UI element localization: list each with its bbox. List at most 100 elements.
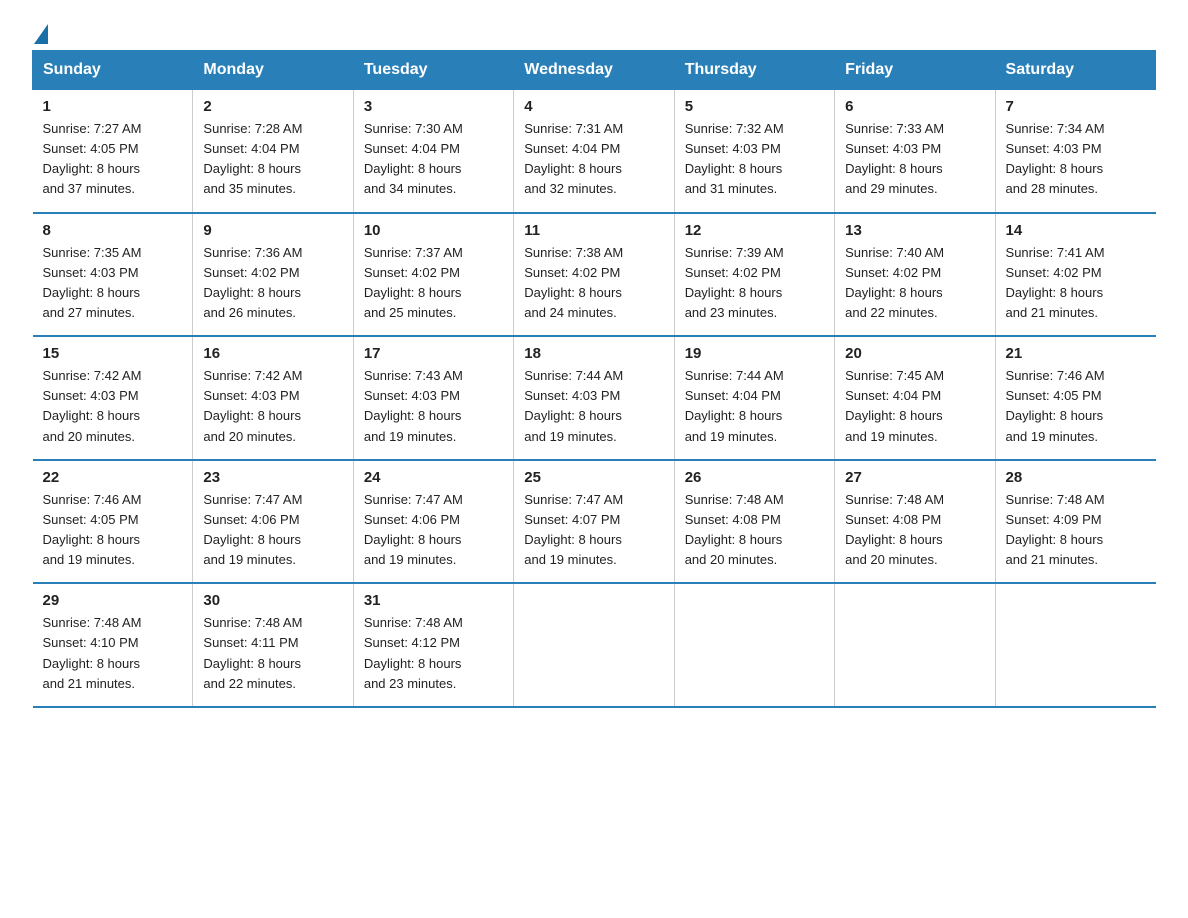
day-info: Sunrise: 7:30 AMSunset: 4:04 PMDaylight:… <box>364 121 463 196</box>
day-info: Sunrise: 7:32 AMSunset: 4:03 PMDaylight:… <box>685 121 784 196</box>
day-info: Sunrise: 7:34 AMSunset: 4:03 PMDaylight:… <box>1006 121 1105 196</box>
day-number: 10 <box>364 222 503 239</box>
day-cell: 17 Sunrise: 7:43 AMSunset: 4:03 PMDaylig… <box>353 336 513 460</box>
week-row-2: 8 Sunrise: 7:35 AMSunset: 4:03 PMDayligh… <box>33 213 1156 337</box>
day-cell: 13 Sunrise: 7:40 AMSunset: 4:02 PMDaylig… <box>835 213 995 337</box>
day-cell: 11 Sunrise: 7:38 AMSunset: 4:02 PMDaylig… <box>514 213 674 337</box>
day-number: 4 <box>524 98 663 115</box>
day-number: 21 <box>1006 345 1146 362</box>
day-number: 30 <box>203 592 342 609</box>
page-header <box>32 24 1156 38</box>
day-cell: 16 Sunrise: 7:42 AMSunset: 4:03 PMDaylig… <box>193 336 353 460</box>
day-info: Sunrise: 7:48 AMSunset: 4:12 PMDaylight:… <box>364 615 463 690</box>
day-info: Sunrise: 7:40 AMSunset: 4:02 PMDaylight:… <box>845 245 944 320</box>
day-number: 7 <box>1006 98 1146 115</box>
day-cell: 30 Sunrise: 7:48 AMSunset: 4:11 PMDaylig… <box>193 583 353 707</box>
day-number: 14 <box>1006 222 1146 239</box>
day-info: Sunrise: 7:48 AMSunset: 4:10 PMDaylight:… <box>43 615 142 690</box>
day-number: 9 <box>203 222 342 239</box>
logo <box>32 24 48 38</box>
calendar-table: SundayMondayTuesdayWednesdayThursdayFrid… <box>32 50 1156 708</box>
day-info: Sunrise: 7:33 AMSunset: 4:03 PMDaylight:… <box>845 121 944 196</box>
header-day-friday: Friday <box>835 51 995 90</box>
day-cell <box>674 583 834 707</box>
day-cell: 3 Sunrise: 7:30 AMSunset: 4:04 PMDayligh… <box>353 90 513 213</box>
day-cell: 25 Sunrise: 7:47 AMSunset: 4:07 PMDaylig… <box>514 460 674 584</box>
day-cell: 14 Sunrise: 7:41 AMSunset: 4:02 PMDaylig… <box>995 213 1155 337</box>
day-cell: 29 Sunrise: 7:48 AMSunset: 4:10 PMDaylig… <box>33 583 193 707</box>
day-number: 17 <box>364 345 503 362</box>
header-day-tuesday: Tuesday <box>353 51 513 90</box>
day-cell: 18 Sunrise: 7:44 AMSunset: 4:03 PMDaylig… <box>514 336 674 460</box>
header-day-thursday: Thursday <box>674 51 834 90</box>
day-info: Sunrise: 7:37 AMSunset: 4:02 PMDaylight:… <box>364 245 463 320</box>
week-row-4: 22 Sunrise: 7:46 AMSunset: 4:05 PMDaylig… <box>33 460 1156 584</box>
day-info: Sunrise: 7:36 AMSunset: 4:02 PMDaylight:… <box>203 245 302 320</box>
day-cell: 27 Sunrise: 7:48 AMSunset: 4:08 PMDaylig… <box>835 460 995 584</box>
day-info: Sunrise: 7:31 AMSunset: 4:04 PMDaylight:… <box>524 121 623 196</box>
day-number: 12 <box>685 222 824 239</box>
day-info: Sunrise: 7:42 AMSunset: 4:03 PMDaylight:… <box>203 368 302 443</box>
day-cell: 8 Sunrise: 7:35 AMSunset: 4:03 PMDayligh… <box>33 213 193 337</box>
day-cell: 1 Sunrise: 7:27 AMSunset: 4:05 PMDayligh… <box>33 90 193 213</box>
day-info: Sunrise: 7:46 AMSunset: 4:05 PMDaylight:… <box>43 492 142 567</box>
day-info: Sunrise: 7:48 AMSunset: 4:08 PMDaylight:… <box>685 492 784 567</box>
header-day-sunday: Sunday <box>33 51 193 90</box>
day-cell: 19 Sunrise: 7:44 AMSunset: 4:04 PMDaylig… <box>674 336 834 460</box>
day-info: Sunrise: 7:46 AMSunset: 4:05 PMDaylight:… <box>1006 368 1105 443</box>
day-info: Sunrise: 7:48 AMSunset: 4:08 PMDaylight:… <box>845 492 944 567</box>
header-row: SundayMondayTuesdayWednesdayThursdayFrid… <box>33 51 1156 90</box>
day-cell: 4 Sunrise: 7:31 AMSunset: 4:04 PMDayligh… <box>514 90 674 213</box>
day-number: 23 <box>203 469 342 486</box>
day-number: 20 <box>845 345 984 362</box>
day-info: Sunrise: 7:48 AMSunset: 4:09 PMDaylight:… <box>1006 492 1105 567</box>
day-number: 27 <box>845 469 984 486</box>
day-cell: 15 Sunrise: 7:42 AMSunset: 4:03 PMDaylig… <box>33 336 193 460</box>
day-cell: 20 Sunrise: 7:45 AMSunset: 4:04 PMDaylig… <box>835 336 995 460</box>
header-day-saturday: Saturday <box>995 51 1155 90</box>
week-row-1: 1 Sunrise: 7:27 AMSunset: 4:05 PMDayligh… <box>33 90 1156 213</box>
day-cell <box>995 583 1155 707</box>
day-number: 1 <box>43 98 183 115</box>
day-info: Sunrise: 7:41 AMSunset: 4:02 PMDaylight:… <box>1006 245 1105 320</box>
day-cell: 31 Sunrise: 7:48 AMSunset: 4:12 PMDaylig… <box>353 583 513 707</box>
day-number: 13 <box>845 222 984 239</box>
header-day-wednesday: Wednesday <box>514 51 674 90</box>
day-number: 16 <box>203 345 342 362</box>
day-cell: 22 Sunrise: 7:46 AMSunset: 4:05 PMDaylig… <box>33 460 193 584</box>
day-info: Sunrise: 7:43 AMSunset: 4:03 PMDaylight:… <box>364 368 463 443</box>
day-cell: 28 Sunrise: 7:48 AMSunset: 4:09 PMDaylig… <box>995 460 1155 584</box>
logo-triangle-icon <box>34 24 48 44</box>
day-cell: 24 Sunrise: 7:47 AMSunset: 4:06 PMDaylig… <box>353 460 513 584</box>
day-number: 5 <box>685 98 824 115</box>
day-info: Sunrise: 7:45 AMSunset: 4:04 PMDaylight:… <box>845 368 944 443</box>
header-day-monday: Monday <box>193 51 353 90</box>
day-number: 22 <box>43 469 183 486</box>
day-cell <box>835 583 995 707</box>
day-number: 31 <box>364 592 503 609</box>
day-cell: 9 Sunrise: 7:36 AMSunset: 4:02 PMDayligh… <box>193 213 353 337</box>
day-cell: 21 Sunrise: 7:46 AMSunset: 4:05 PMDaylig… <box>995 336 1155 460</box>
day-cell: 26 Sunrise: 7:48 AMSunset: 4:08 PMDaylig… <box>674 460 834 584</box>
day-info: Sunrise: 7:35 AMSunset: 4:03 PMDaylight:… <box>43 245 142 320</box>
day-number: 18 <box>524 345 663 362</box>
day-cell: 12 Sunrise: 7:39 AMSunset: 4:02 PMDaylig… <box>674 213 834 337</box>
day-number: 11 <box>524 222 663 239</box>
week-row-5: 29 Sunrise: 7:48 AMSunset: 4:10 PMDaylig… <box>33 583 1156 707</box>
day-info: Sunrise: 7:27 AMSunset: 4:05 PMDaylight:… <box>43 121 142 196</box>
day-cell: 7 Sunrise: 7:34 AMSunset: 4:03 PMDayligh… <box>995 90 1155 213</box>
day-info: Sunrise: 7:47 AMSunset: 4:06 PMDaylight:… <box>203 492 302 567</box>
day-info: Sunrise: 7:42 AMSunset: 4:03 PMDaylight:… <box>43 368 142 443</box>
day-cell: 6 Sunrise: 7:33 AMSunset: 4:03 PMDayligh… <box>835 90 995 213</box>
day-info: Sunrise: 7:44 AMSunset: 4:04 PMDaylight:… <box>685 368 784 443</box>
day-cell: 5 Sunrise: 7:32 AMSunset: 4:03 PMDayligh… <box>674 90 834 213</box>
day-number: 28 <box>1006 469 1146 486</box>
day-info: Sunrise: 7:44 AMSunset: 4:03 PMDaylight:… <box>524 368 623 443</box>
day-number: 3 <box>364 98 503 115</box>
day-number: 29 <box>43 592 183 609</box>
day-cell: 2 Sunrise: 7:28 AMSunset: 4:04 PMDayligh… <box>193 90 353 213</box>
day-info: Sunrise: 7:28 AMSunset: 4:04 PMDaylight:… <box>203 121 302 196</box>
day-info: Sunrise: 7:47 AMSunset: 4:07 PMDaylight:… <box>524 492 623 567</box>
day-number: 25 <box>524 469 663 486</box>
day-info: Sunrise: 7:48 AMSunset: 4:11 PMDaylight:… <box>203 615 302 690</box>
